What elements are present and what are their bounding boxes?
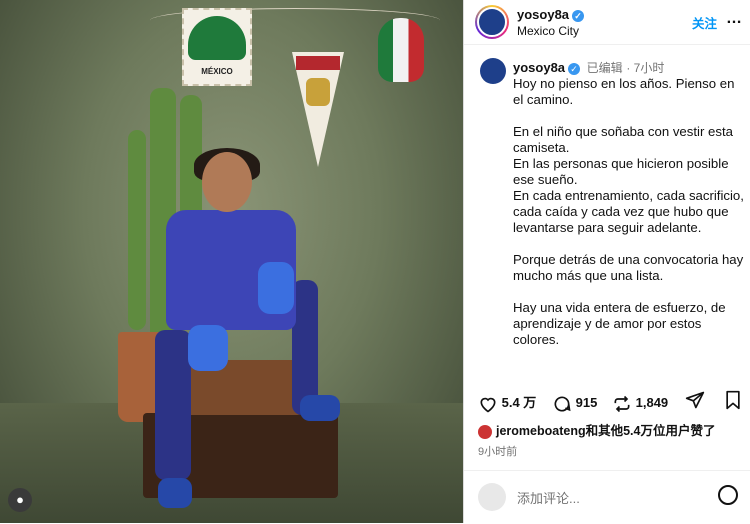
liked-by-text[interactable]: jeromeboateng和其他5.4万位用户赞了 xyxy=(496,424,715,438)
comment-count: 915 xyxy=(575,395,598,410)
repost-icon[interactable] xyxy=(612,394,632,414)
bookmark-action[interactable] xyxy=(724,390,742,410)
repost-action[interactable]: 1,849 xyxy=(612,390,668,416)
share-icon[interactable] xyxy=(685,390,705,410)
post-photo[interactable]: MÉXICO ● xyxy=(0,0,463,523)
caption-time-value[interactable]: 7小时 xyxy=(634,61,665,75)
glove-right xyxy=(258,262,294,314)
pennant-band xyxy=(296,56,340,70)
liker-avatar xyxy=(478,424,492,439)
pennant-badge xyxy=(306,78,330,106)
cactus-arm-left xyxy=(128,130,146,330)
liked-by[interactable]: jeromeboateng和其他5.4万位用户赞了 xyxy=(478,420,715,439)
verified-icon: ✓ xyxy=(568,62,581,75)
player-head xyxy=(202,152,252,212)
more-icon[interactable]: … xyxy=(726,10,742,28)
bookmark-icon[interactable] xyxy=(724,390,742,410)
post-location[interactable]: Mexico City xyxy=(517,24,579,38)
wrestling-mask xyxy=(378,18,424,82)
verified-icon: ✓ xyxy=(572,9,585,22)
left-boot xyxy=(158,478,192,508)
posted-time[interactable]: 9小时前 xyxy=(478,443,517,459)
edited-label: 已编辑 xyxy=(586,61,623,75)
post-header: yosoy8a ✓ Mexico City 关注 … xyxy=(464,0,750,45)
emoji-icon[interactable] xyxy=(718,485,738,505)
like-action[interactable]: 5.4 万 xyxy=(478,390,536,416)
comment-icon[interactable] xyxy=(552,394,572,414)
user-icon[interactable]: ● xyxy=(8,488,32,512)
flag-card-text: MÉXICO xyxy=(201,67,233,76)
caption-paragraph-3: Porque detrás de una convocatoria hay mu… xyxy=(513,252,744,283)
mexico-flag-card: MÉXICO xyxy=(182,8,252,86)
caption-meta: yosoy8a ✓ 已编辑 · 7小时 xyxy=(513,59,664,76)
author-avatar[interactable] xyxy=(475,5,509,39)
caption-avatar[interactable] xyxy=(480,58,506,84)
caption-text: Hoy no pienso en los años. Pienso en el … xyxy=(513,76,745,364)
follow-button[interactable]: 关注 xyxy=(692,13,717,32)
heart-icon[interactable] xyxy=(478,394,498,414)
caption-time: · 7小时 xyxy=(626,61,665,75)
comment-action[interactable]: 915 xyxy=(552,390,597,416)
post-sidebar: yosoy8a ✓ Mexico City 关注 … yosoy8a ✓ 已编辑 ·… xyxy=(463,0,750,523)
author-username-row[interactable]: yosoy8a ✓ xyxy=(517,7,585,22)
caption-paragraph-4: Hay una vida entera de esfuerzo, de apre… xyxy=(513,300,726,347)
caption-paragraph-1: Hoy no pienso en los años. Pienso en el … xyxy=(513,76,735,107)
left-leg xyxy=(155,330,191,480)
caption-username[interactable]: yosoy8a xyxy=(513,60,565,75)
comment-input[interactable]: 添加评论... xyxy=(517,488,580,507)
right-boot xyxy=(300,395,340,421)
like-count: 5.4 万 xyxy=(501,395,537,410)
glove-left xyxy=(188,325,228,371)
repost-count: 1,849 xyxy=(635,395,669,410)
share-action[interactable] xyxy=(685,390,705,410)
commenter-avatar xyxy=(478,483,506,511)
caption-paragraph-2: En el niño que soñaba con vestir esta ca… xyxy=(513,124,744,235)
action-bar: 5.4 万 915 1,849 xyxy=(464,390,750,416)
author-username[interactable]: yosoy8a xyxy=(517,7,569,22)
comment-bar: 添加评论... xyxy=(464,470,750,524)
